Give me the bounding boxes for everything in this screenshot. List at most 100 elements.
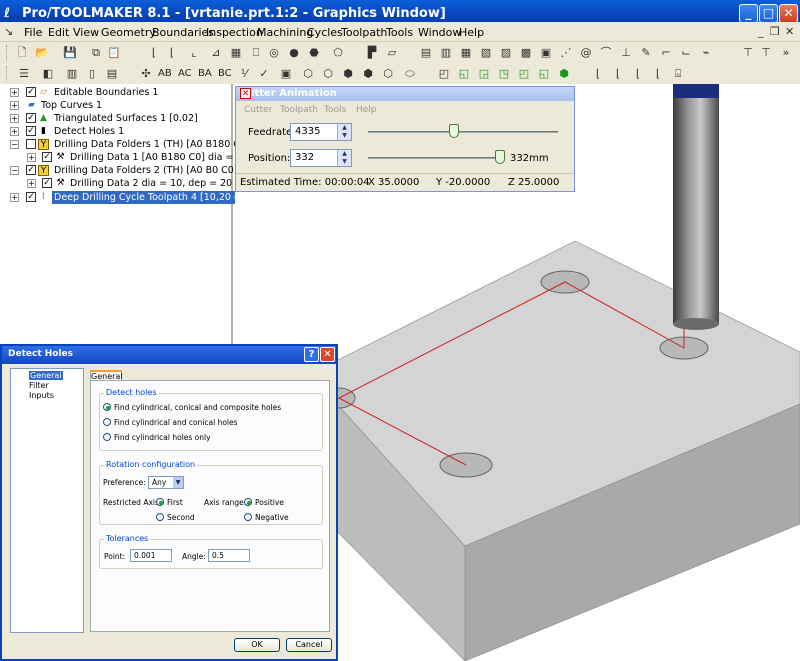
mdi-close-button[interactable]: ✕	[785, 25, 794, 38]
book-icon[interactable]: ▯	[84, 66, 100, 82]
range-negative[interactable]: Negative	[244, 513, 289, 522]
toolbar-grip[interactable]	[6, 45, 9, 61]
visibility-checkbox[interactable]	[26, 139, 36, 149]
paste-icon[interactable]: 📋	[106, 45, 122, 61]
boundary-shape-icon[interactable]: ⊿	[208, 45, 224, 61]
expand-toggle[interactable]: +	[10, 101, 19, 110]
animate-5-icon[interactable]: ⬡	[380, 66, 396, 82]
minimize-button[interactable]: _	[739, 4, 758, 23]
cube-icon[interactable]: ◧	[40, 66, 56, 82]
spin-arrows-icon[interactable]: ▲ ▼	[337, 150, 351, 166]
boundary-hidden-icon[interactable]: ⎕	[248, 45, 264, 61]
boundary-tool-icon[interactable]: ⌊	[146, 45, 162, 61]
blob-icon[interactable]: ⬣	[306, 45, 322, 61]
contour-icon[interactable]: ⌒	[598, 45, 614, 61]
visibility-checkbox[interactable]: ✓	[26, 192, 36, 202]
visibility-checkbox[interactable]: ✓	[26, 126, 36, 136]
nav-filter[interactable]: Filter	[29, 381, 49, 390]
copy-icon[interactable]: ⧉	[88, 45, 104, 61]
option-cylindrical[interactable]: Find cylindrical holes only	[103, 433, 211, 442]
expand-toggle[interactable]: +	[10, 88, 19, 97]
polygon-icon[interactable]: ⬠	[330, 45, 346, 61]
document-menu-icon[interactable]: ↘	[4, 25, 20, 39]
view-ac-button[interactable]: AC	[178, 68, 192, 79]
range-positive[interactable]: Positive	[244, 498, 284, 507]
menu-boundaries[interactable]: Boundaries	[152, 26, 214, 39]
animate-2-icon[interactable]: ⬡	[320, 66, 336, 82]
save-icon[interactable]: 💾	[62, 45, 78, 61]
animate-4-icon[interactable]: ⬢	[360, 66, 376, 82]
menu-view[interactable]: View	[73, 26, 99, 39]
mdi-restore-button[interactable]: ❐	[770, 25, 780, 38]
cycle-edit-icon[interactable]: ▱	[384, 45, 400, 61]
green-cube-5-icon[interactable]: ◰	[516, 66, 532, 82]
menu-cycles[interactable]: Cycles	[307, 26, 343, 39]
point-field[interactable]: 0.001	[130, 549, 172, 562]
menu-toolpath[interactable]: Toolpath	[280, 105, 318, 115]
option-composite[interactable]: Find cylindrical, conical and composite …	[103, 403, 281, 412]
expand-toggle[interactable]: +	[27, 153, 36, 162]
collapse-toggle[interactable]: −	[10, 140, 19, 149]
radio-selected[interactable]	[103, 403, 111, 411]
radio[interactable]	[244, 513, 252, 521]
close-button[interactable]: ✕	[779, 4, 798, 23]
open-folder-icon[interactable]: 📂	[34, 45, 50, 61]
view-ab-button[interactable]: AB	[158, 68, 172, 79]
position-slider-thumb[interactable]	[495, 150, 505, 164]
projection-4-icon[interactable]: ⌊	[650, 66, 666, 82]
animate-1-icon[interactable]: ⬡	[300, 66, 316, 82]
tool-icon[interactable]: ⊤	[740, 45, 756, 61]
toolpath-5-icon[interactable]: ▨	[498, 45, 514, 61]
fraction-icon[interactable]: ⅟	[236, 66, 252, 82]
boundary-holes-icon[interactable]: ▦	[228, 45, 244, 61]
green-cube-4-icon[interactable]: ◳	[496, 66, 512, 82]
position-slider[interactable]	[368, 157, 500, 159]
visibility-checkbox[interactable]: ✓	[26, 87, 36, 97]
ellipse-icon[interactable]: ⬭	[402, 66, 418, 82]
ramp-icon[interactable]: ⌙	[678, 45, 694, 61]
view-ba-button[interactable]: BA	[198, 68, 212, 79]
green-cube-6-icon[interactable]: ◱	[536, 66, 552, 82]
dialog-titlebar[interactable]: Detect Holes ? ✕	[2, 346, 336, 364]
cancel-button[interactable]: Cancel	[286, 638, 332, 652]
green-cube-3-icon[interactable]: ◲	[476, 66, 492, 82]
visibility-checkbox[interactable]: ✓	[42, 178, 52, 188]
layer-icon[interactable]: ☰	[16, 66, 32, 82]
shade-icon[interactable]: ●	[286, 45, 302, 61]
projection-2-icon[interactable]: ⌊	[610, 66, 626, 82]
help-icon[interactable]: ?	[304, 347, 319, 362]
line-icon[interactable]: ⌁	[698, 45, 714, 61]
new-file-icon[interactable]: 🗋	[14, 45, 30, 61]
menu-help[interactable]: Help	[459, 26, 484, 39]
spin-arrows-icon[interactable]: ▲ ▼	[337, 124, 351, 140]
view-bc-button[interactable]: BC	[218, 68, 232, 79]
menu-tools[interactable]: Tools	[324, 105, 346, 115]
nav-inputs[interactable]: Inputs	[29, 391, 54, 400]
green-cube-7-icon[interactable]: ⬢	[556, 66, 572, 82]
toolbar-overflow-icon[interactable]: »	[778, 45, 794, 61]
projection-3-icon[interactable]: ⌊	[630, 66, 646, 82]
radio[interactable]	[103, 418, 111, 426]
boundary-select-icon[interactable]: ⌞	[186, 45, 202, 61]
stair-icon[interactable]: ⌐	[658, 45, 674, 61]
expand-toggle[interactable]: +	[10, 193, 19, 202]
position-spinner[interactable]: 332 ▲ ▼	[290, 149, 352, 167]
window-icon[interactable]: ▣	[278, 66, 294, 82]
feedrate-slider[interactable]	[368, 131, 558, 133]
expand-toggle[interactable]: +	[10, 127, 19, 136]
target-icon[interactable]: ◎	[266, 45, 282, 61]
check-icon[interactable]: ✓	[256, 66, 272, 82]
expand-toggle[interactable]: +	[10, 114, 19, 123]
boundary-edit-icon[interactable]: ⌊	[164, 45, 180, 61]
projection-1-icon[interactable]: ⌊	[590, 66, 606, 82]
toolpath-7-icon[interactable]: ▣	[538, 45, 554, 61]
mdi-minimize-button[interactable]: _	[758, 25, 764, 38]
cycle-icon[interactable]: ▛	[364, 45, 380, 61]
axis-second[interactable]: Second	[156, 513, 195, 522]
maximize-button[interactable]: □	[759, 4, 778, 23]
axes-icon[interactable]: ✣	[138, 66, 154, 82]
menu-help[interactable]: Help	[356, 105, 377, 115]
feedrate-spinner[interactable]: 4335 ▲ ▼	[290, 123, 352, 141]
feedrate-slider-thumb[interactable]	[448, 124, 459, 138]
projection-5-icon[interactable]: ⌺	[670, 66, 686, 82]
